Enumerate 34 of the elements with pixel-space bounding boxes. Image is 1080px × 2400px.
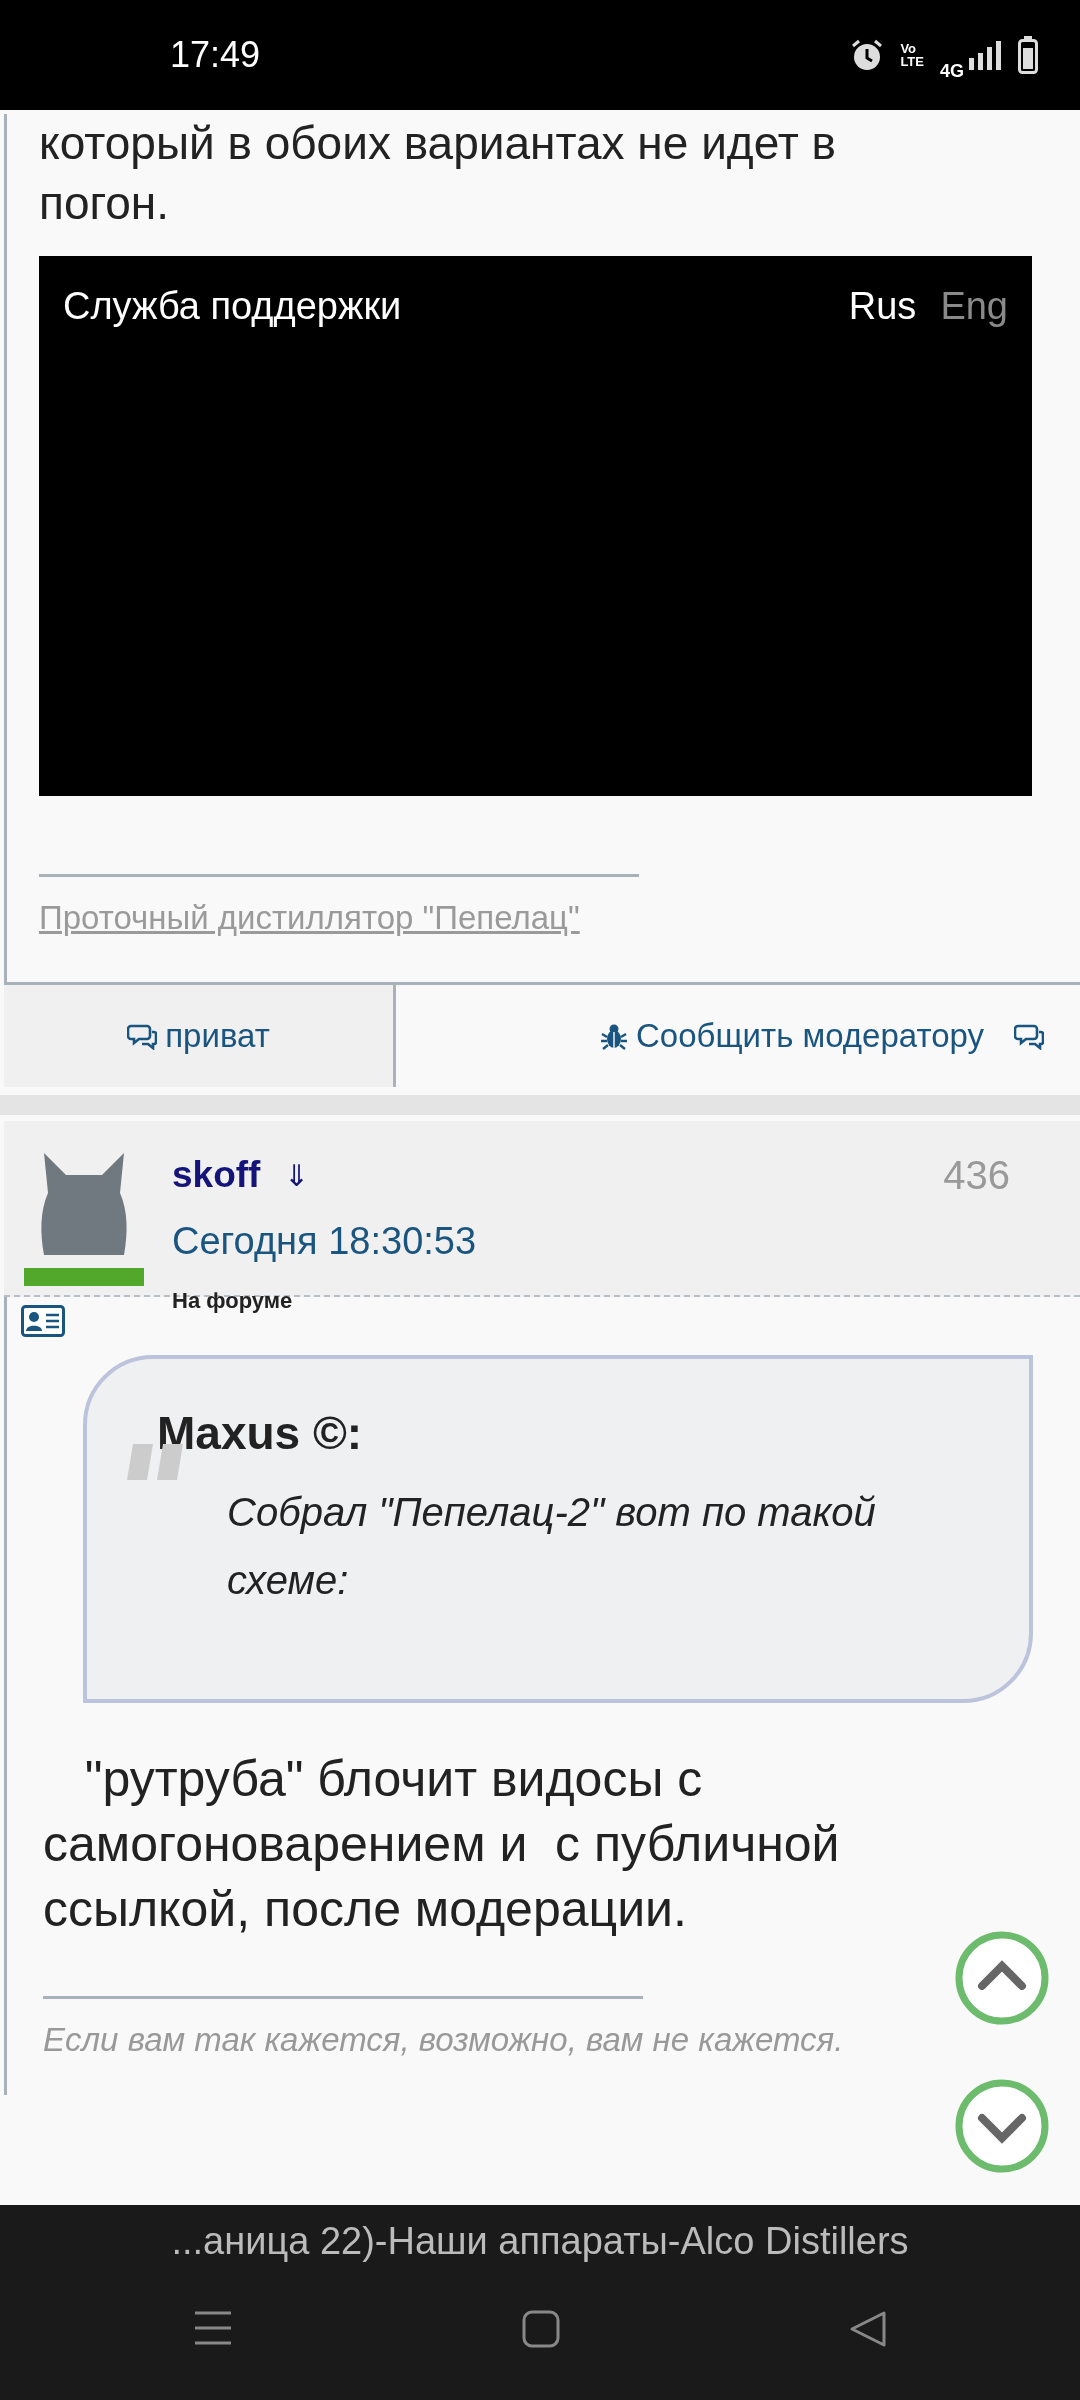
language-link[interactable]: Eng	[940, 277, 1008, 335]
battery-icon	[1018, 36, 1038, 74]
comments-icon	[1014, 1022, 1044, 1051]
sort-arrow[interactable]: ⇓	[284, 1152, 310, 1198]
post-number: 436	[943, 1152, 1010, 1200]
chevron-down-icon	[954, 2078, 1050, 2174]
back-icon[interactable]	[849, 2310, 888, 2348]
post-text: который в обоих вариантах не идет в погон.	[39, 116, 837, 231]
private-message-button[interactable]: приват	[4, 985, 396, 1088]
chevron-up-icon	[954, 1930, 1050, 2026]
home-icon[interactable]	[522, 2310, 560, 2348]
signature-text: Если вам так кажется, возможно, вам не кажется.	[43, 2020, 845, 2061]
post-text: "рутруба" блочит видосы с самогоноварением и с публичной ссылкой, после модерации.	[43, 1750, 841, 1940]
menu-icon[interactable]	[192, 2310, 233, 2346]
post-date: Сегодня 18:30:53	[172, 1219, 478, 1265]
network-label: Vo	[900, 42, 918, 55]
comments-icon	[127, 1022, 158, 1051]
username-link[interactable]: skoff	[172, 1147, 261, 1203]
bug-icon	[600, 1022, 628, 1051]
online-status: На форуме	[172, 1287, 294, 1316]
clock-time: 17:49	[170, 33, 261, 77]
alarm-icon	[850, 38, 885, 72]
scroll-down-button[interactable]	[954, 2078, 1050, 2174]
scroll-up-button[interactable]	[954, 1930, 1050, 2026]
contact-card-icon	[21, 1305, 65, 1338]
page-title: ...аница 22)-Наши аппараты-Alco Distillers	[170, 2219, 910, 2264]
video-title: Служба поддержки	[63, 283, 402, 329]
network-label: 4G	[940, 59, 964, 83]
network-label: LTE	[900, 55, 924, 68]
quote-author: Maxus ©:	[157, 1406, 364, 1462]
signal-icon	[968, 40, 1002, 70]
video-embed[interactable]: Служба поддержки Rus Eng	[39, 255, 1032, 796]
language-link[interactable]: Rus	[848, 277, 917, 335]
quote-text: Собрал "Пепелац-2" вот по такой схеме:	[226, 1489, 877, 1605]
